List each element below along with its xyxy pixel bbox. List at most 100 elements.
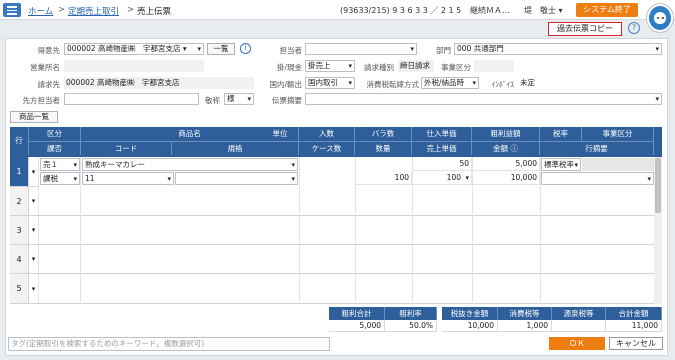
business-division-value xyxy=(474,60,514,72)
domestic-export-select[interactable]: 国内取引 xyxy=(305,77,355,89)
col-irisu-header: 入数 xyxy=(299,127,355,141)
kahi-select[interactable]: 課税 xyxy=(40,172,80,185)
grid-scrollbar-thumb[interactable] xyxy=(655,158,661,213)
row-menu-icon[interactable]: ▾ xyxy=(29,216,39,245)
col-unit-header: 単位 xyxy=(262,127,299,141)
gross-profit-total-header: 粗利合計 xyxy=(329,307,385,320)
gross-margin-header: 粗利率 xyxy=(385,307,437,320)
billing-type-value: 締日請求 xyxy=(398,60,434,72)
grid-row[interactable] xyxy=(39,216,654,245)
user-name[interactable]: 堤 敬士 ▾ xyxy=(524,5,563,16)
gross-profit-total-value: 5,000 xyxy=(329,320,385,332)
help-icon[interactable]: ? xyxy=(628,22,640,34)
staff-select[interactable] xyxy=(305,43,417,55)
col-arari-header: 粗利益額 xyxy=(472,127,540,141)
tax-method-select[interactable]: 外税/納品時 xyxy=(421,77,479,89)
col-kingaku-header: 金額 ⓘ xyxy=(472,141,540,155)
company-name: 継続ＭＡ… xyxy=(470,6,510,15)
col-gyotekiyo-header: 行摘要 xyxy=(540,141,654,155)
contact-label: 先方担当者 xyxy=(22,96,61,105)
col-row-header: 行 xyxy=(10,127,29,155)
product-list-button[interactable]: 商品一覧 xyxy=(10,111,58,123)
consumption-tax-header: 消費税等 xyxy=(498,307,552,320)
withholding-tax-value xyxy=(552,320,606,332)
domestic-export-label: 国内/輸出 xyxy=(269,80,302,89)
withholding-tax-header: 源泉税等 xyxy=(552,307,606,320)
row-number[interactable]: 4 xyxy=(10,245,29,274)
honorific-select[interactable]: 様 xyxy=(224,93,254,105)
col-uriage-header: 売上単価 xyxy=(412,141,472,155)
row-number[interactable]: 2 xyxy=(10,187,29,216)
col-shiire-header: 仕入単価 xyxy=(412,127,472,141)
grid-row[interactable] xyxy=(39,245,654,274)
breadcrumb-home[interactable]: ホーム xyxy=(28,5,53,17)
breadcrumb-parent[interactable]: 定期売上取引 xyxy=(68,5,119,17)
col-case-header: ケース数 xyxy=(299,141,355,155)
hamburger-menu-icon[interactable] xyxy=(3,3,21,17)
total-amount-value: 11,000 xyxy=(606,320,662,332)
tax-method-label: 消費税転嫁方式 xyxy=(366,80,420,89)
grid-row[interactable] xyxy=(39,187,654,216)
billing-label: 請求先 xyxy=(37,80,61,89)
row-number[interactable]: 5 xyxy=(10,274,29,304)
col-kahi-header: 課否 xyxy=(29,141,81,155)
purchase-price-cell[interactable]: 50 xyxy=(412,158,472,171)
tax-rate-select[interactable]: 標準税率 xyxy=(541,158,581,171)
row-menu-icon[interactable]: ▾ xyxy=(29,245,39,274)
pretax-amount-value: 10,000 xyxy=(442,320,498,332)
line-memo-select[interactable] xyxy=(541,172,654,185)
copy-past-slip-button[interactable]: 過去伝票コピー xyxy=(548,22,622,36)
payment-type-select[interactable]: 掛売上 xyxy=(305,60,355,72)
business-division-cell xyxy=(582,158,654,171)
breadcrumb-current: 売上伝票 xyxy=(137,7,172,17)
spec-input[interactable] xyxy=(175,172,298,185)
assistant-avatar-icon[interactable] xyxy=(647,4,673,32)
customer-label: 得意先 xyxy=(37,46,61,55)
breadcrumb-separator: > xyxy=(127,5,135,15)
customer-list-button[interactable]: 一覧 xyxy=(207,43,235,55)
slip-memo-select[interactable] xyxy=(305,93,662,105)
col-jigyo-header: 事業区分 xyxy=(582,127,654,141)
col-suryo-header: 数量 xyxy=(355,141,412,155)
slip-memo-label: 伝票摘要 xyxy=(272,96,302,105)
sales-office-label: 営業所名 xyxy=(30,63,60,72)
payment-type-label: 掛/現金 xyxy=(276,63,302,72)
pretax-amount-header: 税抜き金額 xyxy=(442,307,498,320)
customer-select[interactable]: 000002 高崎物産㈱ 宇都宮支店 ▾ xyxy=(64,43,204,55)
tag-input[interactable]: タグ(定期取引を検索するためのキーワード。複数選択可) xyxy=(8,337,330,351)
contact-input[interactable] xyxy=(64,93,199,105)
row-menu-icon[interactable]: ▾ xyxy=(29,157,39,187)
col-kikaku-header: 規格 xyxy=(172,141,299,155)
product-name-input[interactable]: 熟成キーマカレー xyxy=(82,158,298,171)
invoice-label: ｲﾝﾎﾞｲｽ xyxy=(491,80,515,89)
quantity-cell[interactable]: 100 xyxy=(355,172,412,185)
col-bara-header: バラ数 xyxy=(355,127,412,141)
row-menu-icon[interactable]: ▾ xyxy=(29,187,39,216)
billing-value: 000002 高崎物産㈱ 宇都宮支店 xyxy=(64,77,254,89)
row-menu-icon[interactable]: ▾ xyxy=(29,274,39,304)
staff-label: 担当者 xyxy=(279,46,303,55)
consumption-tax-value: 1,000 xyxy=(498,320,552,332)
product-code-input[interactable]: 11 xyxy=(82,172,174,185)
info-icon[interactable]: i xyxy=(240,43,251,54)
grid-row[interactable] xyxy=(39,274,654,304)
sales-office-value xyxy=(64,60,204,72)
invoice-value: 未定 xyxy=(518,77,548,89)
sales-price-cell[interactable]: 100 xyxy=(412,172,472,185)
cancel-button[interactable]: キャンセル xyxy=(609,337,663,350)
row-number[interactable]: 1 xyxy=(10,157,29,187)
amount-cell: 10,000 xyxy=(472,172,540,185)
billing-type-label: 請求種別 xyxy=(364,63,394,72)
kubun-select[interactable]: 売１ xyxy=(40,158,80,171)
gross-margin-value: 50.0% xyxy=(385,320,437,332)
col-kubun-header: 区分 xyxy=(29,127,81,141)
honorific-label: 敬称 xyxy=(205,96,220,105)
total-amount-header: 合計金額 xyxy=(606,307,662,320)
ok-button[interactable]: ＯＫ xyxy=(549,337,605,350)
department-label: 部門 xyxy=(436,46,451,55)
row-number[interactable]: 3 xyxy=(10,216,29,245)
breadcrumb-separator: > xyxy=(58,5,66,15)
user-info: (93633/215) 9 3 6 3 3 ／ 2 1 5 xyxy=(340,6,462,15)
system-exit-button[interactable]: システム終了 xyxy=(576,3,638,17)
department-select[interactable]: 000 共通部門 xyxy=(454,43,662,55)
